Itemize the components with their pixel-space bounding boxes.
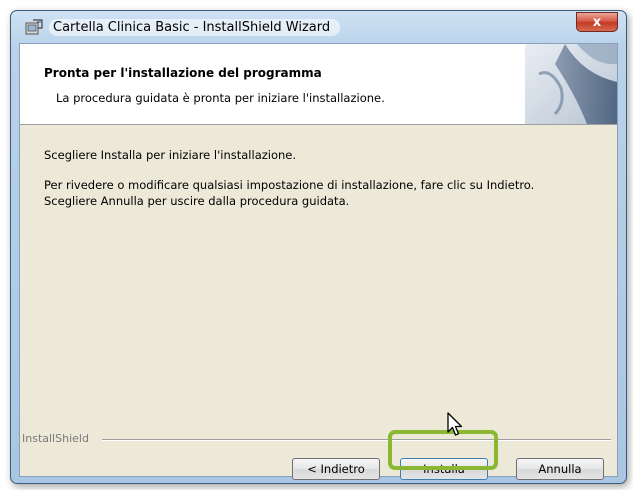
wizard-client-area: Pronta per l'installazione del programma…	[19, 43, 618, 480]
page-description: La procedura guidata è pronta per inizia…	[56, 91, 385, 105]
footer-divider	[102, 439, 611, 441]
close-icon: x	[592, 15, 602, 30]
install-button-highlight	[388, 430, 498, 470]
instruction-back: Per rivedere o modificare qualsiasi impo…	[44, 178, 535, 192]
cancel-button[interactable]: Annulla	[516, 458, 604, 480]
installshield-wizard-window: Cartella Clinica Basic - InstallShield W…	[10, 10, 627, 484]
installer-app-icon	[25, 19, 43, 35]
back-button[interactable]: < Indietro	[292, 458, 380, 480]
banner-graphic-icon	[525, 44, 617, 124]
instruction-cancel: Scegliere Annulla per uscire dalla proce…	[44, 194, 350, 208]
wizard-header: Pronta per l'installazione del programma…	[20, 44, 617, 125]
window-title: Cartella Clinica Basic - InstallShield W…	[49, 19, 341, 36]
close-button[interactable]: x	[576, 12, 618, 32]
title-bar[interactable]: Cartella Clinica Basic - InstallShield W…	[11, 11, 626, 43]
installshield-brand-label: InstallShield	[22, 432, 89, 445]
mouse-pointer-icon	[447, 412, 463, 436]
page-title: Pronta per l'installazione del programma	[44, 66, 322, 80]
instruction-install: Scegliere Installa per iniziare l'instal…	[44, 148, 297, 162]
